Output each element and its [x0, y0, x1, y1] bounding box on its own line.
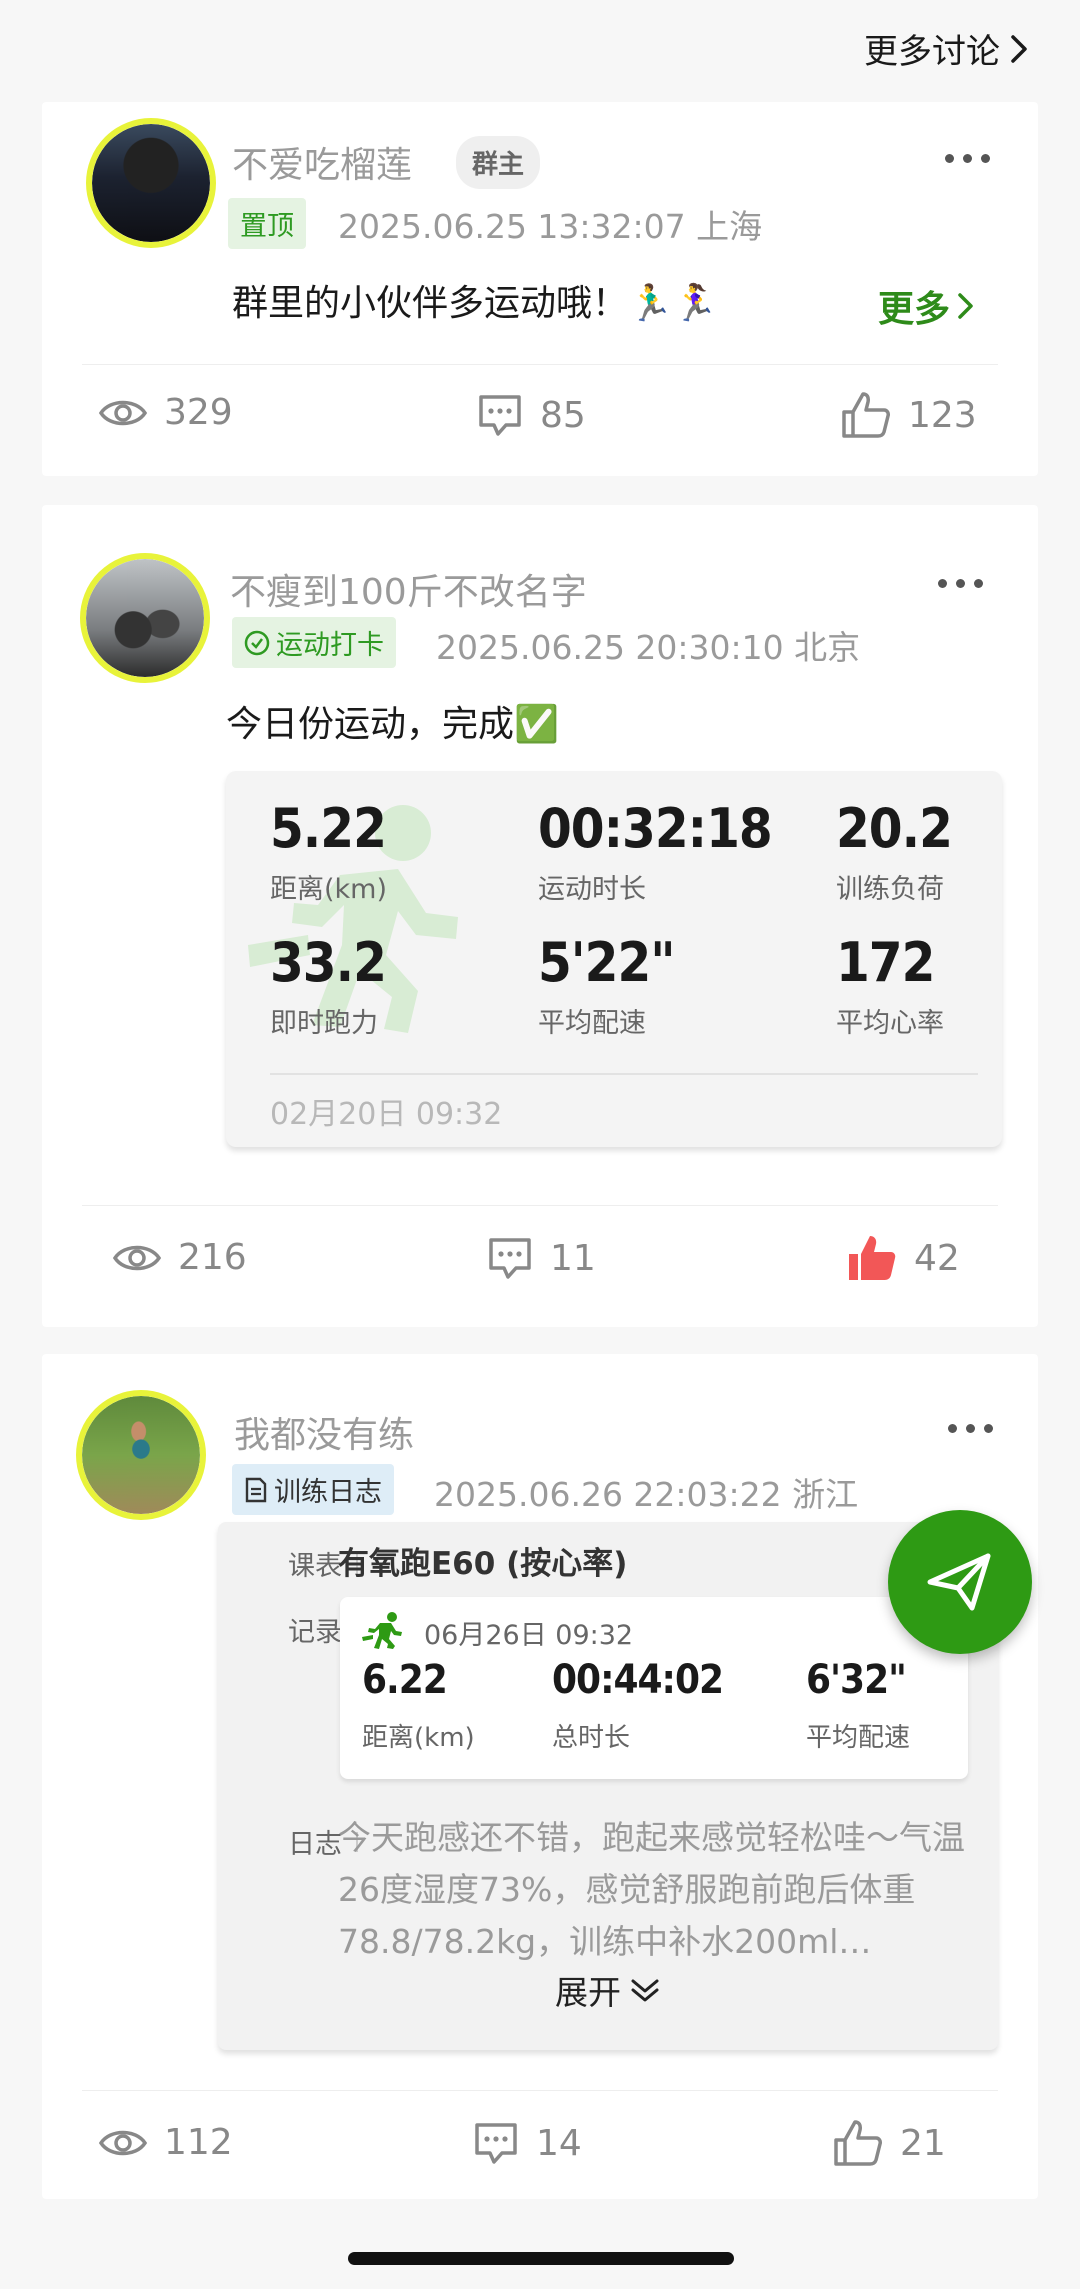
avg-hr-label: 平均心率 — [836, 1008, 944, 1039]
post-card[interactable]: 我都没有练 训练日志 2025.06.26 22:03:22 浙江 课表 有氧跑… — [42, 1354, 1038, 2199]
avg-pace-label: 平均配速 — [538, 1008, 646, 1039]
more-discussion-link[interactable]: 更多讨论 — [864, 24, 1032, 73]
document-icon — [245, 1477, 267, 1502]
avg-hr-value: 172 — [836, 931, 935, 994]
distance-value: 6.22 — [362, 1657, 448, 1703]
comments-count: 85 — [540, 394, 586, 436]
post-text: 今日份运动，完成✅ — [226, 704, 559, 745]
pinned-tag-label: 置顶 — [240, 211, 294, 242]
comment-button[interactable]: 85 — [476, 392, 586, 438]
post-meta: 2025.06.25 20:30:10 北京 — [436, 628, 861, 667]
post-text: 群里的小伙伴多运动哦！🏃‍♂️🏃‍♀️ — [232, 283, 718, 324]
eye-icon — [112, 1245, 162, 1270]
home-indicator[interactable] — [348, 2252, 734, 2265]
check-circle-icon — [244, 630, 270, 655]
comment-icon — [479, 395, 521, 436]
views-stat: 216 — [112, 1237, 247, 1278]
likes-count: 42 — [914, 1237, 960, 1279]
likes-count: 123 — [908, 394, 977, 436]
eye-icon — [98, 400, 148, 425]
like-button[interactable]: 21 — [832, 2118, 946, 2168]
expand-more-label: 更多 — [878, 289, 951, 330]
author-name[interactable]: 我都没有练 — [234, 1406, 414, 1458]
duration-value: 00:32:18 — [538, 797, 773, 860]
duration-label: 运动时长 — [538, 874, 646, 905]
avatar[interactable] — [86, 118, 216, 248]
duration-label: 总时长 — [552, 1723, 631, 1753]
expand-label: 展开 — [555, 1973, 621, 2012]
avg-pace-value: 6'32" — [806, 1657, 907, 1703]
thumbs-up-icon — [834, 2120, 882, 2166]
paper-plane-icon — [927, 1553, 991, 1611]
training-log-card[interactable]: 课表 有氧跑E60 (按心率) 记录 06月26日 09:32 6.22 距离(… — [218, 1522, 998, 2050]
distance-label: 距离(km) — [362, 1723, 475, 1753]
checkin-tag: 运动打卡 — [232, 617, 396, 668]
divider — [82, 2090, 998, 2091]
thumbs-up-icon — [842, 392, 890, 438]
expand-button[interactable]: 展开 — [218, 1966, 998, 2014]
owner-badge: 群主 — [456, 136, 541, 189]
chevron-right-icon — [958, 293, 973, 319]
workout-record[interactable]: 06月26日 09:32 6.22 距离(km) 00:44:02 总时长 6'… — [340, 1597, 968, 1779]
divider — [82, 1205, 998, 1206]
like-button[interactable]: 123 — [840, 390, 977, 440]
training-load-label: 训练负荷 — [836, 874, 944, 905]
divider — [82, 364, 998, 365]
likes-count: 21 — [900, 2122, 946, 2164]
training-log-tag-label: 训练日志 — [274, 1477, 382, 1508]
comment-icon — [489, 1238, 531, 1279]
expand-more-link[interactable]: 更多 — [878, 280, 978, 332]
running-power-label: 即时跑力 — [270, 1008, 378, 1039]
runner-icon — [362, 1612, 402, 1649]
views-count: 112 — [164, 2122, 233, 2163]
comments-count: 11 — [550, 1237, 596, 1279]
more-options-icon[interactable] — [945, 154, 990, 163]
views-stat: 329 — [98, 392, 233, 433]
views-count: 216 — [178, 1237, 247, 1278]
workout-summary-card[interactable]: 5.22 距离(km) 00:32:18 运动时长 20.2 训练负荷 33.2… — [226, 771, 1002, 1147]
eye-icon — [98, 2130, 148, 2155]
more-discussion-label: 更多讨论 — [864, 32, 1000, 72]
training-load-value: 20.2 — [836, 797, 953, 860]
plan-name: 有氧跑E60 (按心率) — [338, 1546, 628, 1582]
more-options-icon[interactable] — [938, 579, 983, 588]
post-meta: 2025.06.26 22:03:22 浙江 — [434, 1475, 859, 1514]
running-power-value: 33.2 — [270, 931, 387, 994]
avg-pace-value: 5'22" — [538, 931, 676, 994]
journal-text: 今天跑感还不错，跑起来感觉轻松哇～气温26度湿度73%，感觉舒服跑前跑后体重78… — [338, 1818, 965, 1961]
thumbs-up-filled-icon — [849, 1236, 896, 1280]
post-card[interactable]: 不爱吃榴莲 群主 置顶 2025.06.25 13:32:07 上海 群里的小伙… — [42, 102, 1038, 476]
chevron-right-icon — [1011, 34, 1027, 63]
distance-label: 距离(km) — [270, 874, 388, 905]
post-meta: 2025.06.25 13:32:07 上海 — [338, 207, 763, 246]
training-log-tag: 训练日志 — [232, 1464, 394, 1515]
post-card[interactable]: 不瘦到100斤不改名字 运动打卡 2025.06.25 20:30:10 北京 … — [42, 505, 1038, 1327]
avatar[interactable] — [80, 553, 210, 683]
views-count: 329 — [164, 392, 233, 433]
comment-icon — [475, 2123, 517, 2164]
pinned-tag: 置顶 — [228, 198, 306, 249]
comment-button[interactable]: 14 — [472, 2120, 582, 2166]
checkin-tag-label: 运动打卡 — [276, 630, 384, 661]
more-options-icon[interactable] — [948, 1424, 993, 1433]
divider — [270, 1073, 978, 1075]
comments-count: 14 — [536, 2122, 582, 2164]
workout-date: 02月20日 09:32 — [270, 1097, 503, 1132]
author-name[interactable]: 不爱吃榴莲 — [232, 136, 412, 188]
avg-pace-label: 平均配速 — [806, 1723, 911, 1753]
send-post-button[interactable] — [888, 1510, 1032, 1654]
distance-value: 5.22 — [270, 797, 387, 860]
comment-button[interactable]: 11 — [486, 1235, 596, 1281]
double-chevron-down-icon — [631, 1979, 659, 2002]
avatar[interactable] — [76, 1390, 206, 1520]
author-name[interactable]: 不瘦到100斤不改名字 — [230, 563, 587, 615]
record-date: 06月26日 09:32 — [424, 1620, 634, 1651]
views-stat: 112 — [98, 2122, 233, 2163]
duration-value: 00:44:02 — [552, 1657, 724, 1703]
like-button[interactable]: 42 — [846, 1233, 960, 1283]
